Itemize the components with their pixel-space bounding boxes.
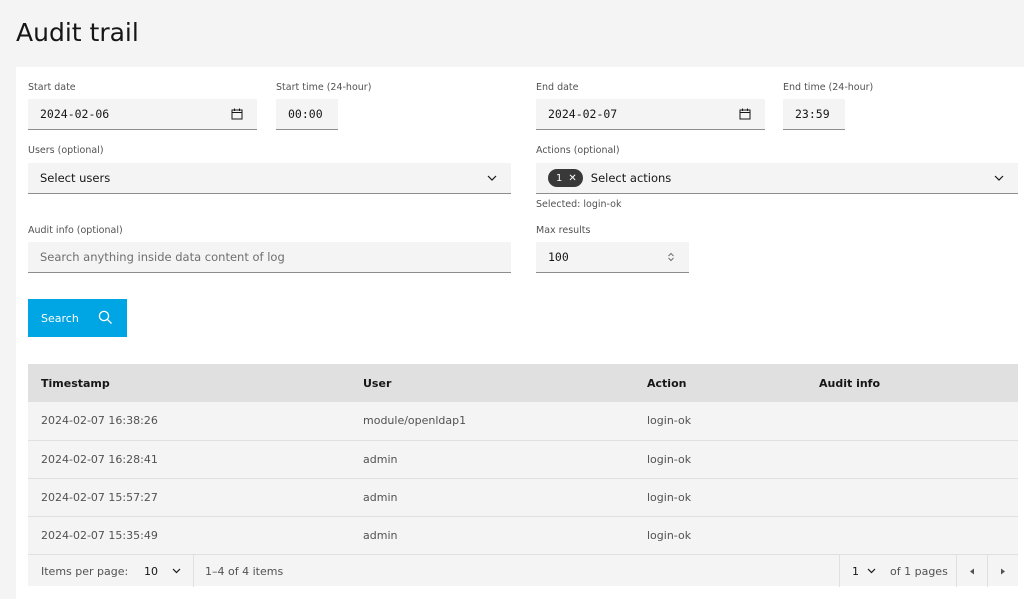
audit-info-label: Audit info (optional) xyxy=(28,225,123,236)
table-header-row: Timestamp User Action Audit info xyxy=(28,364,1018,402)
table-row[interactable]: 2024-02-07 16:28:41 admin login-ok xyxy=(28,440,1018,479)
start-time-value: 00:00 xyxy=(288,107,323,121)
caret-left-icon xyxy=(969,568,975,575)
column-header-timestamp[interactable]: Timestamp xyxy=(28,364,350,402)
cell-action: login-ok xyxy=(634,516,806,555)
table-row[interactable]: 2024-02-07 15:35:49 admin login-ok xyxy=(28,516,1018,555)
chevron-down-icon xyxy=(487,175,497,181)
cell-user: admin xyxy=(350,478,634,517)
end-date-label: End date xyxy=(536,82,579,93)
end-time-value: 23:59 xyxy=(795,107,830,121)
cell-timestamp: 2024-02-07 16:38:26 xyxy=(28,402,350,441)
pagination-bar: Items per page: 10 1–4 of 4 items 1 of 1… xyxy=(28,554,1018,587)
cell-timestamp: 2024-02-07 15:57:27 xyxy=(28,478,350,517)
max-results-value: 100 xyxy=(548,250,569,264)
start-date-value: 2024-02-06 xyxy=(40,107,110,121)
actions-dropdown[interactable]: 1 ✕ Select actions xyxy=(536,163,1018,194)
cell-user: admin xyxy=(350,440,634,479)
end-date-value: 2024-02-07 xyxy=(548,107,618,121)
prev-page-button[interactable] xyxy=(957,555,987,587)
start-time-label: Start time (24-hour) xyxy=(276,82,372,93)
cell-user: admin xyxy=(350,516,634,555)
start-date-label: Start date xyxy=(28,82,76,93)
cell-user: module/openldap1 xyxy=(350,402,634,441)
search-button[interactable]: Search xyxy=(28,299,127,337)
next-page-button[interactable] xyxy=(988,555,1018,587)
chevron-down-icon xyxy=(867,568,876,574)
calendar-icon[interactable] xyxy=(231,108,243,120)
column-header-action[interactable]: Action xyxy=(634,364,806,402)
audit-trail-card: Start date 2024-02-06 Start time (24-hou… xyxy=(16,67,1024,599)
of-pages-text: of 1 pages xyxy=(890,564,948,578)
cell-timestamp: 2024-02-07 16:28:41 xyxy=(28,440,350,479)
items-range-text: 1–4 of 4 items xyxy=(205,564,284,578)
cell-action: login-ok xyxy=(634,440,806,479)
users-label: Users (optional) xyxy=(28,145,104,156)
max-results-input[interactable]: 100 xyxy=(536,242,689,273)
cell-action: login-ok xyxy=(634,402,806,441)
stepper-icon[interactable] xyxy=(667,252,675,262)
cell-audit-info xyxy=(806,440,1018,479)
users-dropdown[interactable]: Select users xyxy=(28,163,511,194)
selected-count: 1 xyxy=(556,172,563,184)
cell-audit-info xyxy=(806,402,1018,441)
chevron-down-icon xyxy=(172,568,181,574)
chevron-down-icon xyxy=(994,175,1004,181)
pagination-divider xyxy=(193,555,194,587)
table-row[interactable]: 2024-02-07 16:38:26 module/openldap1 log… xyxy=(28,402,1018,441)
page-title: Audit trail xyxy=(16,18,139,47)
actions-helper-text: Selected: login-ok xyxy=(536,199,622,210)
search-button-label: Search xyxy=(41,311,79,325)
audit-info-placeholder: Search anything inside data content of l… xyxy=(40,250,285,264)
search-icon xyxy=(98,310,113,328)
pagination-divider xyxy=(839,555,840,587)
start-time-input[interactable]: 00:00 xyxy=(276,99,338,130)
cell-audit-info xyxy=(806,478,1018,517)
audit-table: Timestamp User Action Audit info 2024-02… xyxy=(28,364,1018,555)
close-icon[interactable]: ✕ xyxy=(568,173,576,184)
selected-count-tag[interactable]: 1 ✕ xyxy=(548,169,583,187)
cell-audit-info xyxy=(806,516,1018,555)
items-per-page-value: 10 xyxy=(144,564,158,578)
items-per-page-label: Items per page: xyxy=(41,564,129,578)
actions-dropdown-value: Select actions xyxy=(590,171,672,185)
start-date-input[interactable]: 2024-02-06 xyxy=(28,99,257,130)
table-row[interactable]: 2024-02-07 15:57:27 admin login-ok xyxy=(28,478,1018,517)
caret-right-icon xyxy=(1000,568,1006,575)
actions-label: Actions (optional) xyxy=(536,145,620,156)
page-value: 1 xyxy=(852,564,859,578)
column-header-audit-info[interactable]: Audit info xyxy=(806,364,1018,402)
end-date-input[interactable]: 2024-02-07 xyxy=(536,99,765,130)
column-header-user[interactable]: User xyxy=(350,364,634,402)
calendar-icon[interactable] xyxy=(739,108,751,120)
cell-action: login-ok xyxy=(634,478,806,517)
items-per-page-select[interactable]: 10 xyxy=(144,555,194,587)
end-time-label: End time (24-hour) xyxy=(783,82,874,93)
cell-timestamp: 2024-02-07 15:35:49 xyxy=(28,516,350,555)
page-select[interactable]: 1 xyxy=(852,555,888,587)
end-time-input[interactable]: 23:59 xyxy=(783,99,845,130)
users-dropdown-value: Select users xyxy=(40,171,111,185)
max-results-label: Max results xyxy=(536,225,591,236)
audit-info-input[interactable]: Search anything inside data content of l… xyxy=(28,242,511,273)
